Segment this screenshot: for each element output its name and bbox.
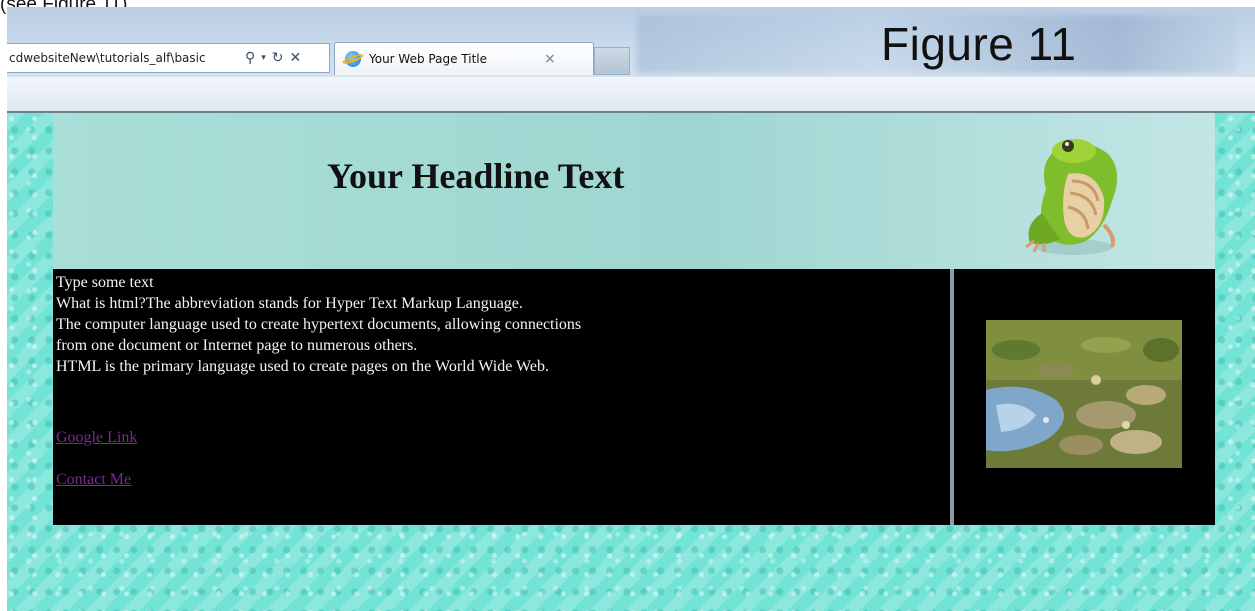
dropdown-icon[interactable]: ▾ bbox=[261, 53, 266, 63]
body-text-line: What is html?The abbreviation stands for… bbox=[56, 295, 523, 312]
browser-tab[interactable]: Your Web Page Title × bbox=[334, 42, 594, 75]
refresh-icon[interactable]: ↻ bbox=[272, 51, 284, 65]
google-link[interactable]: Google Link bbox=[56, 427, 947, 448]
ie-icon bbox=[345, 51, 361, 67]
body-text-line: HTML is the primary language used to cre… bbox=[56, 358, 549, 375]
browser-chrome: cdwebsiteNew\tutorials_alf\basic ⚲ ▾ ↻ ✕… bbox=[7, 7, 1255, 77]
address-text[interactable]: cdwebsiteNew\tutorials_alf\basic bbox=[7, 51, 239, 65]
stop-icon[interactable]: ✕ bbox=[290, 51, 302, 65]
new-tab-button[interactable] bbox=[594, 47, 630, 75]
search-icon[interactable]: ⚲ bbox=[245, 51, 255, 65]
content-cell: Type some text What is html?The abbrevia… bbox=[53, 269, 950, 525]
page-headline: Your Headline Text bbox=[327, 156, 625, 196]
tab-title: Your Web Page Title bbox=[369, 52, 487, 66]
address-bar[interactable]: cdwebsiteNew\tutorials_alf\basic ⚲ ▾ ↻ ✕ bbox=[7, 43, 330, 73]
body-text-line: from one document or Internet page to nu… bbox=[56, 337, 418, 354]
body-text-line: The computer language used to create hyp… bbox=[56, 316, 582, 333]
layout-table: Your Headline Text Type some text What i… bbox=[53, 113, 1215, 525]
browser-window: cdwebsiteNew\tutorials_alf\basic ⚲ ▾ ↻ ✕… bbox=[7, 7, 1255, 611]
frog-image bbox=[1025, 139, 1118, 255]
header-row: Your Headline Text bbox=[53, 113, 1215, 269]
side-cell bbox=[954, 269, 1215, 525]
close-tab-icon[interactable]: × bbox=[544, 51, 556, 67]
page-viewport: Your Headline Text Type some text What i… bbox=[7, 113, 1255, 611]
command-bar bbox=[7, 77, 1255, 113]
body-text-line: Type some text bbox=[56, 274, 154, 291]
contact-link[interactable]: Contact Me bbox=[56, 469, 947, 490]
pond-image bbox=[986, 320, 1182, 468]
figure-label: Figure 11 bbox=[881, 18, 1077, 70]
